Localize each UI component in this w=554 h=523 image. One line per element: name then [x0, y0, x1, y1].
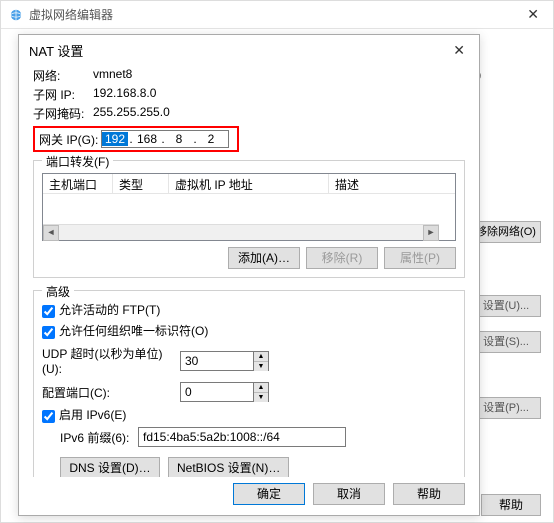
- remove-network-button[interactable]: 移除网络(O): [471, 221, 541, 243]
- netbios-settings-button[interactable]: NetBIOS 设置(N)…: [168, 457, 289, 477]
- udp-timeout-row: UDP 超时(以秒为单位)(U): ▲▼: [42, 345, 456, 376]
- settings-u-button[interactable]: 设置(U)...: [471, 295, 541, 317]
- config-port-spinner[interactable]: ▲▼: [180, 382, 269, 402]
- port-forward-buttons: 添加(A)… 移除(R) 属性(P): [42, 247, 456, 269]
- advanced-legend: 高级: [42, 283, 74, 300]
- enable-ipv6-checkbox[interactable]: [42, 410, 55, 423]
- dialog-title: NAT 设置: [29, 41, 83, 60]
- parent-bottom-buttons: 帮助: [481, 494, 541, 516]
- nat-settings-dialog: NAT 设置 ✕ 网络: vmnet8 子网 IP: 192.168.8.0 子…: [18, 34, 480, 516]
- add-button[interactable]: 添加(A)…: [228, 247, 300, 269]
- gateway-octet-2[interactable]: [134, 132, 160, 146]
- parent-title: 虚拟网络编辑器: [29, 6, 113, 23]
- config-port-label: 配置端口(C):: [42, 384, 180, 401]
- properties-button: 属性(P): [384, 247, 456, 269]
- ipv6-prefix-label: IPv6 前缀(6):: [60, 429, 138, 446]
- th-desc[interactable]: 描述: [329, 174, 455, 193]
- ftp-row: 允许活动的 FTP(T): [42, 301, 456, 318]
- parent-close-icon[interactable]: ✕: [521, 4, 545, 25]
- cancel-button[interactable]: 取消: [313, 483, 385, 505]
- subnet-mask-value: 255.255.255.0: [93, 105, 170, 122]
- enable-ipv6-label: 启用 IPv6(E): [59, 406, 126, 423]
- ipv6-prefix-input[interactable]: [138, 427, 346, 447]
- help-button[interactable]: 帮助: [393, 483, 465, 505]
- network-row: 网络: vmnet8: [33, 67, 465, 84]
- parent-help-button[interactable]: 帮助: [481, 494, 541, 516]
- dns-settings-button[interactable]: DNS 设置(D)…: [60, 457, 160, 477]
- parent-titlebar: 虚拟网络编辑器 ✕: [1, 1, 553, 29]
- port-forward-legend: 端口转发(F): [42, 153, 113, 170]
- gateway-ip-input[interactable]: . . .: [101, 130, 229, 148]
- allow-ftp-label: 允许活动的 FTP(T): [59, 301, 160, 318]
- network-label: 网络:: [33, 67, 93, 84]
- spin-down-icon[interactable]: ▼: [254, 362, 268, 371]
- spin-down-icon[interactable]: ▼: [254, 393, 268, 402]
- network-value: vmnet8: [93, 67, 132, 84]
- scroll-right-icon[interactable]: ►: [423, 225, 439, 241]
- subnet-ip-row: 子网 IP: 192.168.8.0: [33, 86, 465, 103]
- gateway-octet-1[interactable]: [102, 132, 128, 146]
- port-forward-table[interactable]: 主机端口 类型 虚拟机 IP 地址 描述 ◄ ►: [42, 173, 456, 241]
- parent-ghost-text: .0: [471, 69, 541, 83]
- subnet-ip-value: 192.168.8.0: [93, 86, 156, 103]
- subnet-mask-row: 子网掩码: 255.255.255.0: [33, 105, 465, 122]
- ipv6-enable-row: 启用 IPv6(E): [42, 406, 456, 423]
- spin-up-icon[interactable]: ▲: [254, 352, 268, 362]
- allow-ftp-checkbox[interactable]: [42, 305, 55, 318]
- th-type[interactable]: 类型: [113, 174, 169, 193]
- dialog-body: 网络: vmnet8 子网 IP: 192.168.8.0 子网掩码: 255.…: [19, 65, 479, 477]
- app-icon: [9, 8, 23, 22]
- port-forward-group: 端口转发(F) 主机端口 类型 虚拟机 IP 地址 描述 ◄ ► 添加(A)… …: [33, 160, 465, 278]
- scroll-left-icon[interactable]: ◄: [43, 225, 59, 241]
- ipv6-prefix-row: IPv6 前缀(6):: [42, 427, 456, 447]
- settings-p-button[interactable]: 设置(P)...: [471, 397, 541, 419]
- remove-button: 移除(R): [306, 247, 378, 269]
- settings-s-button[interactable]: 设置(S)...: [471, 331, 541, 353]
- allow-oui-label: 允许任何组织唯一标识符(O): [59, 322, 208, 339]
- dns-netbios-row: DNS 设置(D)… NetBIOS 设置(N)…: [42, 457, 456, 477]
- gateway-octet-4[interactable]: [198, 132, 224, 146]
- gateway-label: 网关 IP(G):: [39, 131, 101, 148]
- allow-oui-checkbox[interactable]: [42, 326, 55, 339]
- close-icon[interactable]: ✕: [449, 40, 469, 61]
- subnet-mask-label: 子网掩码:: [33, 105, 93, 122]
- th-vm-ip[interactable]: 虚拟机 IP 地址: [169, 174, 329, 193]
- table-header: 主机端口 类型 虚拟机 IP 地址 描述: [43, 174, 455, 194]
- ok-button[interactable]: 确定: [233, 483, 305, 505]
- spin-up-icon[interactable]: ▲: [254, 383, 268, 393]
- th-host-port[interactable]: 主机端口: [43, 174, 113, 193]
- config-port-row: 配置端口(C): ▲▼: [42, 382, 456, 402]
- udp-timeout-label: UDP 超时(以秒为单位)(U):: [42, 345, 180, 376]
- dialog-footer: 确定 取消 帮助: [19, 477, 479, 515]
- parent-right-controls: .0 移除网络(O) 设置(U)... 设置(S)... 设置(P)...: [471, 69, 541, 427]
- oui-row: 允许任何组织唯一标识符(O): [42, 322, 456, 339]
- scroll-track[interactable]: [59, 225, 423, 240]
- udp-timeout-spinner[interactable]: ▲▼: [180, 351, 269, 371]
- dialog-titlebar: NAT 设置 ✕: [19, 35, 479, 65]
- horizontal-scrollbar[interactable]: ◄ ►: [43, 224, 439, 240]
- config-port-input[interactable]: [181, 383, 253, 401]
- udp-timeout-input[interactable]: [181, 352, 253, 370]
- gateway-octet-3[interactable]: [166, 132, 192, 146]
- gateway-row-highlight: 网关 IP(G): . . .: [33, 126, 239, 152]
- advanced-group: 高级 允许活动的 FTP(T) 允许任何组织唯一标识符(O) UDP 超时(以秒…: [33, 290, 465, 477]
- subnet-ip-label: 子网 IP:: [33, 86, 93, 103]
